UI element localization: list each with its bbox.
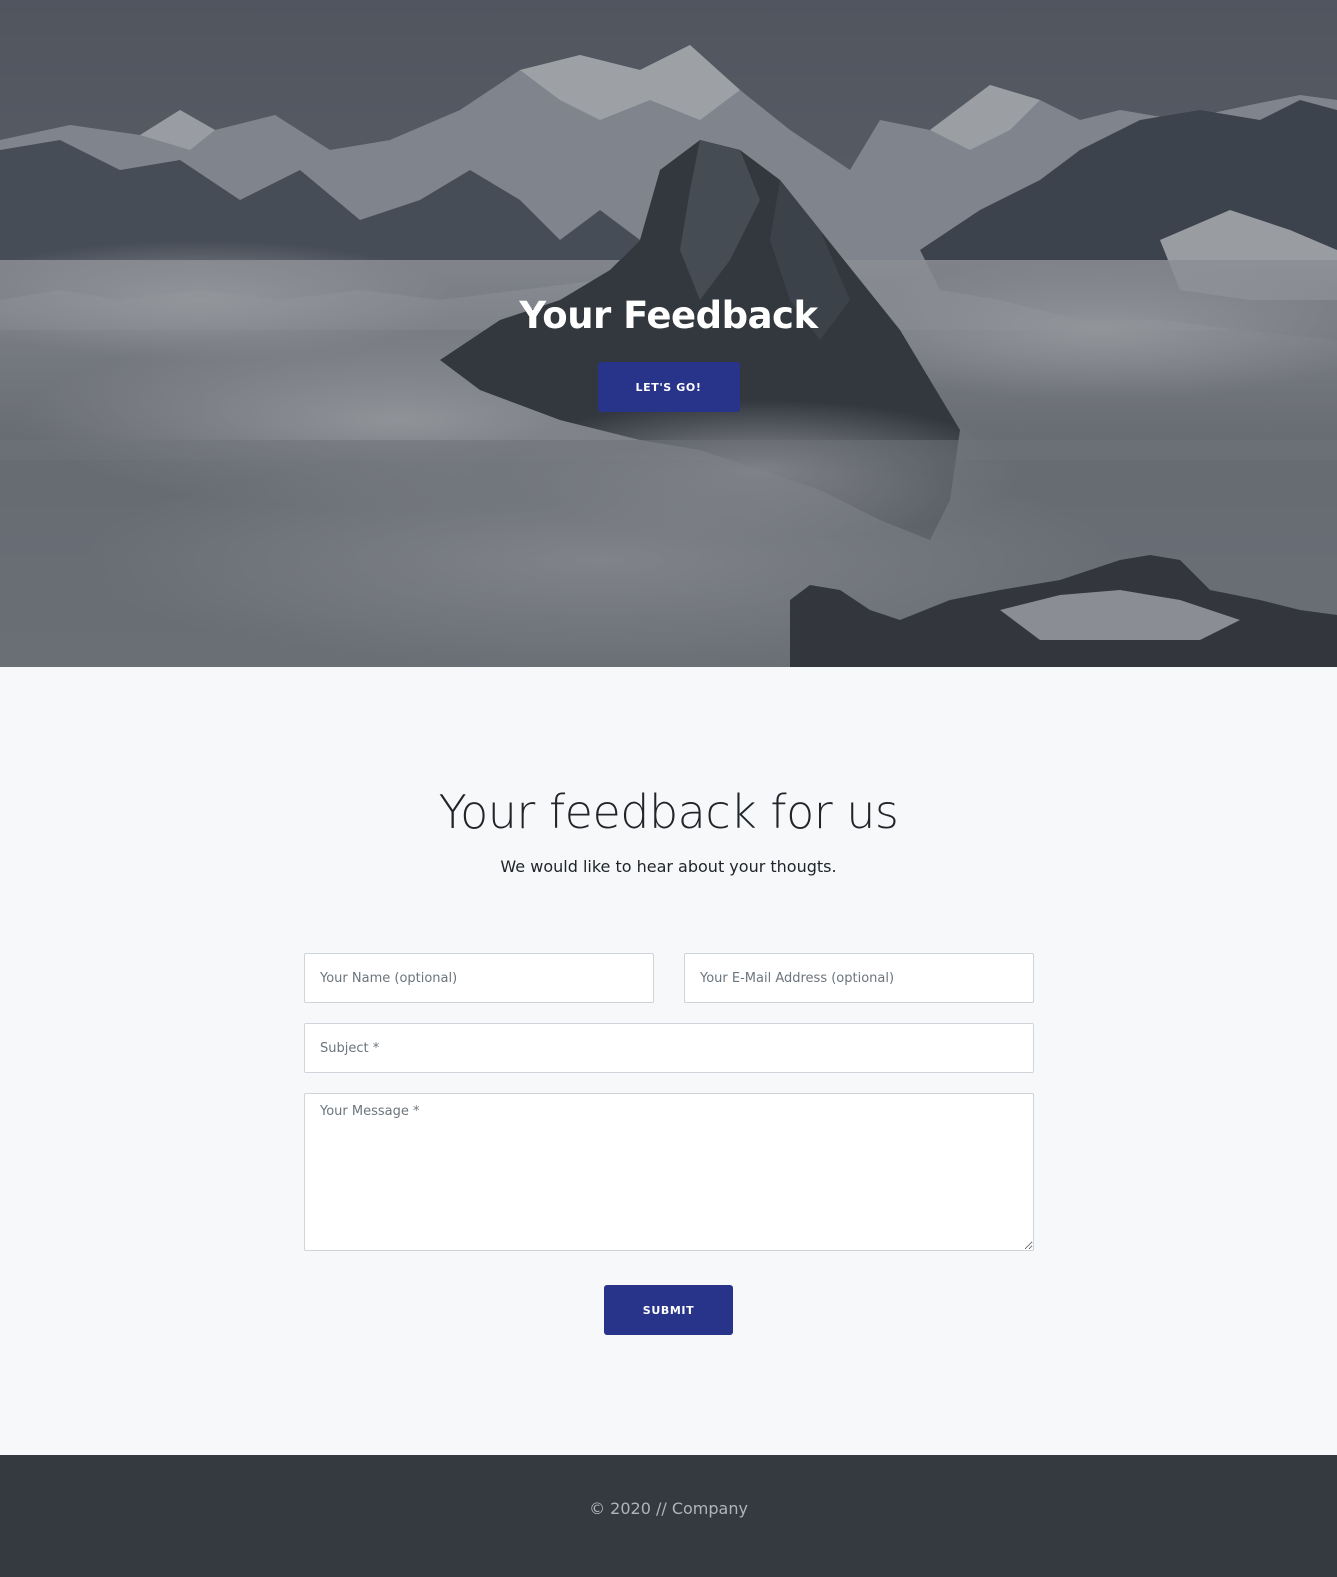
submit-button[interactable]: SUBMIT <box>604 1285 733 1335</box>
message-field[interactable] <box>304 1093 1034 1251</box>
lets-go-button[interactable]: LET'S GO! <box>597 362 740 412</box>
hero-title: Your Feedback <box>519 294 818 337</box>
hero-content: Your Feedback LET'S GO! <box>0 290 1337 412</box>
footer-copyright: © 2020 // Company <box>589 1499 748 1518</box>
name-field[interactable] <box>304 953 654 1003</box>
hero-section: Your Feedback LET'S GO! <box>0 0 1337 667</box>
feedback-section: Your feedback for us We would like to he… <box>0 667 1337 1455</box>
footer: © 2020 // Company <box>0 1455 1337 1577</box>
feedback-subtitle: We would like to hear about your thougts… <box>500 857 837 876</box>
email-field[interactable] <box>684 953 1034 1003</box>
subject-field[interactable] <box>304 1023 1034 1073</box>
feedback-title: Your feedback for us <box>438 785 899 839</box>
